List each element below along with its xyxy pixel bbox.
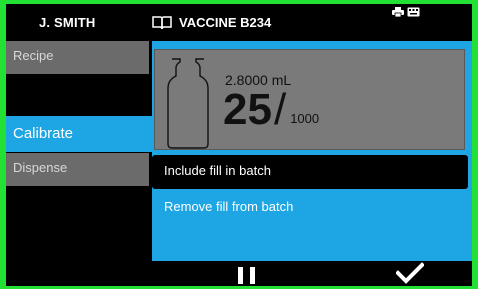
keyboard-icon xyxy=(407,7,420,17)
batch-name: VACCINE B234 xyxy=(179,15,272,30)
remove-fill-option[interactable]: Remove fill from batch xyxy=(152,191,472,225)
pause-icon xyxy=(238,267,243,284)
printer-icon xyxy=(392,7,404,17)
nav-item-calibrate[interactable]: Calibrate xyxy=(6,116,152,152)
fill-count: 25 / 1000 xyxy=(223,88,319,132)
nav-item-label: Dispense xyxy=(13,160,68,175)
nav-item-dispense[interactable]: Dispense xyxy=(6,153,149,186)
fill-display: 2.8000 mL 25 / 1000 xyxy=(154,49,465,150)
calibrate-panel: 2.8000 mL 25 / 1000 Include fill in batc… xyxy=(152,41,472,261)
option-label: Remove fill from batch xyxy=(164,199,294,214)
batch-label[interactable]: VACCINE B234 xyxy=(152,15,271,30)
nav-item-label: Recipe xyxy=(13,48,54,63)
fill-count-separator: / xyxy=(273,85,287,134)
nav-item-recipe[interactable]: Recipe xyxy=(6,41,149,74)
confirm-button[interactable] xyxy=(395,262,425,286)
book-icon xyxy=(152,15,172,30)
pause-button[interactable] xyxy=(235,266,259,286)
option-label: Include fill in batch xyxy=(164,163,271,178)
header-bar: J. SMITH VACCINE B234 xyxy=(6,4,472,40)
status-icons xyxy=(392,7,420,17)
device-screen: J. SMITH VACCINE B234 Recipe Calibrate D… xyxy=(6,4,472,286)
fill-count-total: 1000 xyxy=(290,111,320,126)
nav-item-label: Calibrate xyxy=(13,125,74,142)
pause-icon xyxy=(250,267,255,284)
include-fill-option[interactable]: Include fill in batch xyxy=(152,155,468,189)
user-name: J. SMITH xyxy=(39,15,96,30)
checkmark-icon xyxy=(395,262,425,284)
vial-icon xyxy=(164,56,212,155)
fill-count-current: 25 xyxy=(223,85,272,134)
